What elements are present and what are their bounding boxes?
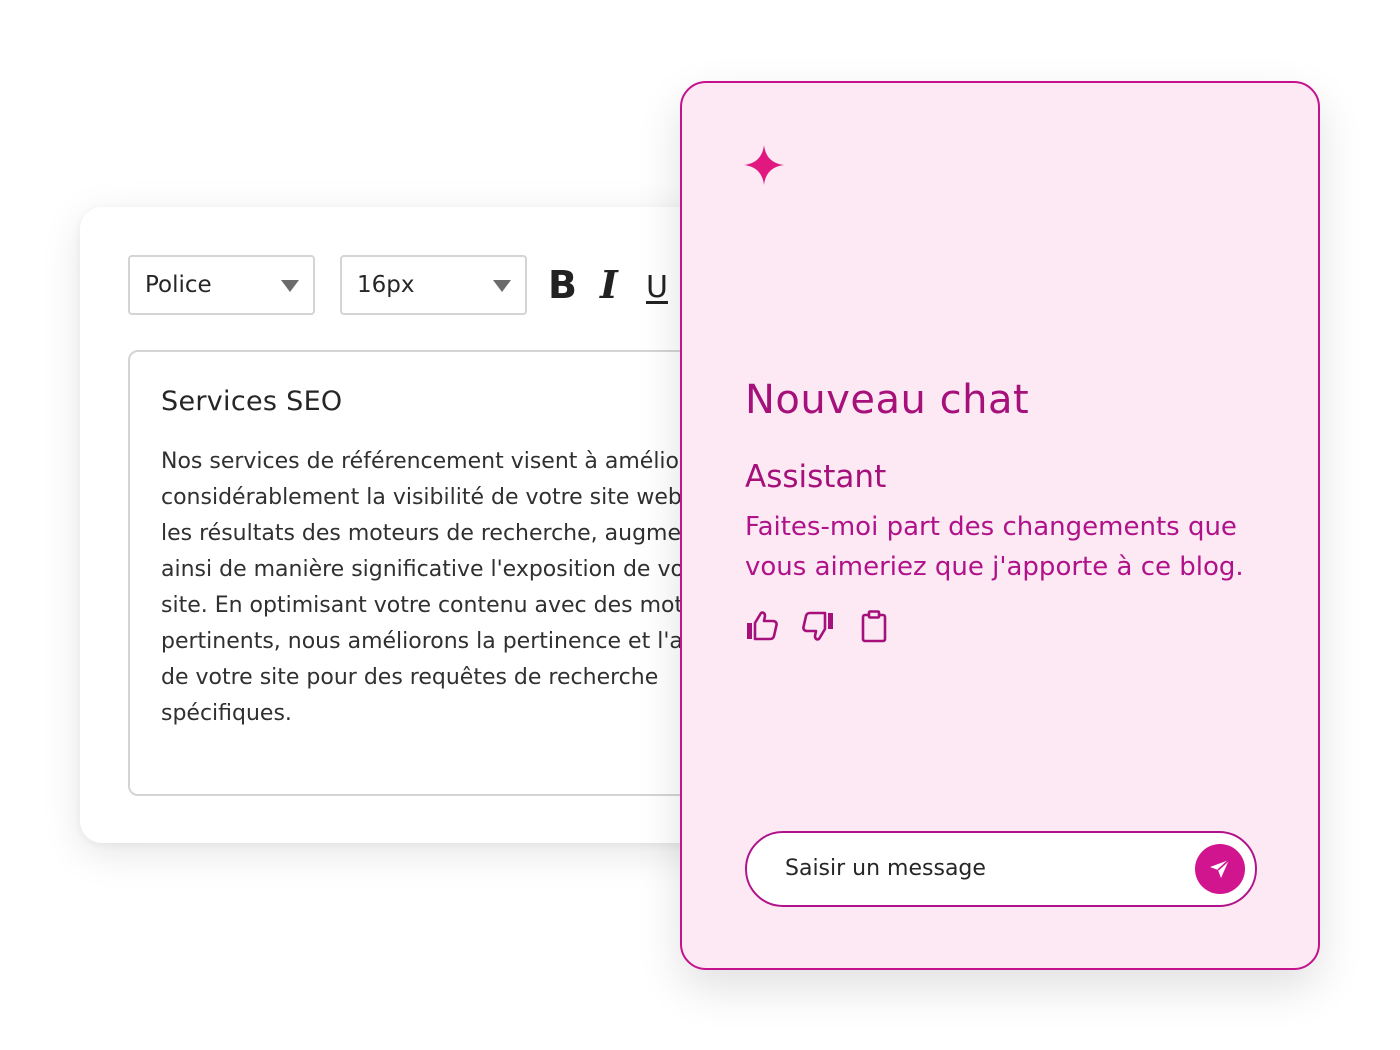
chat-panel: Nouveau chat Assistant Faites-moi part d…	[680, 81, 1320, 970]
editor-card: Police 16px B I U Services SEO Nos servi…	[80, 207, 780, 843]
message-placeholder: Saisir un message	[785, 856, 986, 881]
assistant-label: Assistant	[745, 459, 887, 495]
send-button[interactable]	[1195, 844, 1245, 894]
chat-title: Nouveau chat	[745, 377, 1030, 423]
send-icon	[1210, 859, 1230, 878]
font-size-select[interactable]: 16px	[340, 255, 527, 315]
assistant-message: Faites-moi part des changements que vous…	[745, 512, 1244, 582]
font-family-value: Police	[145, 272, 212, 298]
chevron-down-icon	[281, 280, 299, 292]
thumbs-down-icon[interactable]	[801, 609, 835, 643]
thumbs-up-icon[interactable]	[745, 609, 779, 643]
document-title: Services SEO	[161, 386, 343, 417]
clipboard-icon[interactable]	[857, 609, 891, 643]
bold-button[interactable]: B	[548, 262, 577, 308]
underline-button[interactable]: U	[646, 265, 668, 311]
message-input[interactable]: Saisir un message	[745, 831, 1257, 907]
font-size-value: 16px	[357, 272, 415, 298]
stage: Police 16px B I U Services SEO Nos servi…	[0, 0, 1400, 1050]
chevron-down-icon	[493, 280, 511, 292]
document-body: Nos services de référencement visent à a…	[161, 449, 757, 726]
sparkle-icon	[744, 145, 784, 185]
italic-button[interactable]: I	[600, 262, 618, 308]
font-family-select[interactable]: Police	[128, 255, 315, 315]
